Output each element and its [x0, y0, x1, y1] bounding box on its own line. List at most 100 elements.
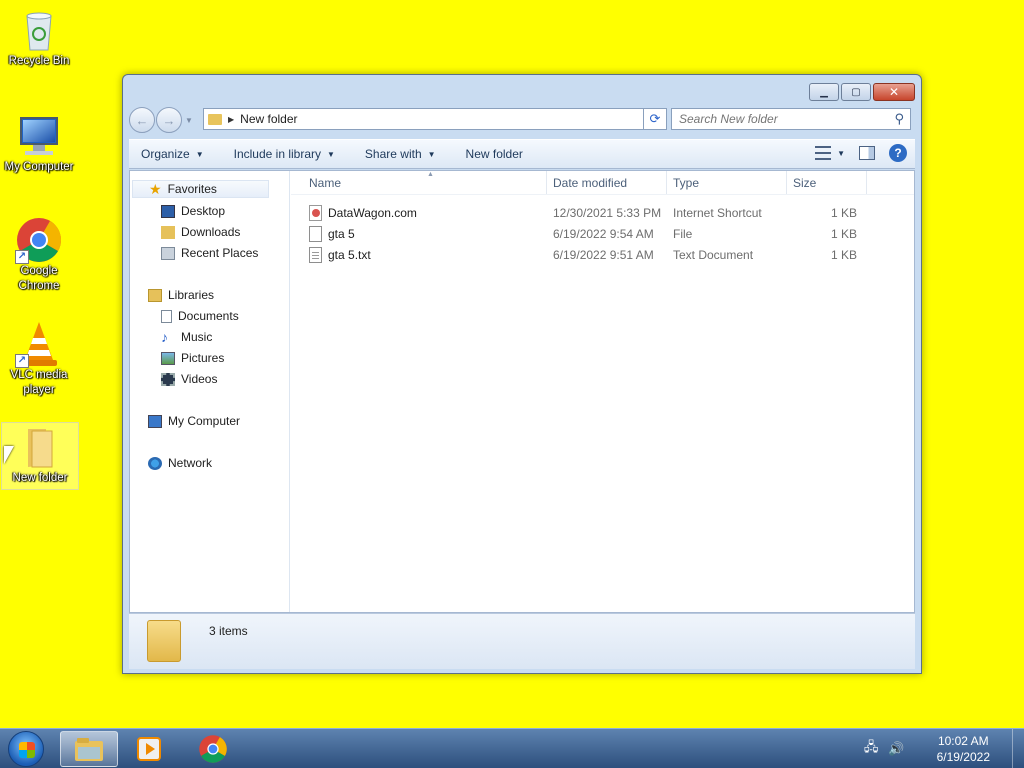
file-row[interactable]: gta 5.txt 6/19/2022 9:51 AM Text Documen… [291, 245, 857, 265]
nav-label: Music [181, 330, 213, 344]
column-header-date-modified[interactable]: Date modified [547, 171, 667, 194]
chevron-down-icon: ▼ [195, 149, 204, 159]
taskbar-explorer[interactable] [60, 731, 118, 767]
start-button[interactable] [8, 731, 44, 767]
nav-favorites[interactable]: ★ Favorites [132, 180, 269, 198]
desktop-icon-label: VLC media player [10, 369, 68, 396]
file-name: gta 5 [328, 227, 355, 241]
maximize-button[interactable]: ▢ [841, 83, 871, 101]
desktop-icon-recycle-bin[interactable]: Recycle Bin [0, 6, 78, 69]
column-label: Name [309, 176, 342, 190]
explorer-folder-icon [75, 738, 103, 761]
sort-ascending-icon: ▲ [427, 171, 434, 178]
address-bar[interactable]: ▶ New folder ▼ [203, 108, 667, 130]
taskbar-chrome[interactable] [184, 731, 242, 767]
internet-shortcut-icon [309, 205, 322, 221]
file-list: Name ▲ Date modified Type Size DataWagon… [291, 171, 914, 612]
breadcrumb-arrow-icon[interactable]: ▶ [228, 115, 234, 124]
share-with-label: Share with [364, 147, 422, 161]
refresh-button[interactable]: ⟳ [643, 108, 667, 130]
recent-pages-dropdown[interactable]: ▼ [185, 116, 193, 125]
nav-videos[interactable]: Videos [161, 370, 217, 388]
search-box[interactable]: ⚲ [671, 108, 911, 130]
nav-my-computer[interactable]: My Computer [132, 412, 269, 430]
taskbar: 🖧 🔊 10:02 AM 6/19/2022 [0, 728, 1024, 768]
column-header-size[interactable]: Size [787, 171, 867, 194]
file-type: Internet Shortcut [673, 206, 762, 220]
nav-recent-places[interactable]: Recent Places [161, 244, 258, 262]
chrome-icon [199, 735, 227, 763]
mouse-cursor-icon [4, 446, 14, 464]
taskbar-media-player[interactable] [120, 731, 178, 767]
clock-date: 6/19/2022 [936, 750, 990, 764]
network-status-icon[interactable]: 🖧 [864, 738, 879, 760]
nav-label: Recent Places [181, 246, 259, 260]
clock-time: 10:02 AM [937, 734, 989, 748]
nav-label: Pictures [181, 351, 225, 365]
include-in-library-button[interactable]: Include in library ▼ [234, 147, 335, 161]
nav-label: Videos [181, 372, 218, 386]
file-row[interactable]: gta 5 6/19/2022 9:54 AM File 1 KB [291, 224, 857, 244]
new-folder-button[interactable]: New folder [466, 147, 523, 161]
search-icon[interactable]: ⚲ [894, 111, 904, 127]
column-header-name[interactable]: Name ▲ [291, 171, 547, 194]
volume-icon[interactable]: 🔊 [888, 741, 904, 757]
file-date: 12/30/2021 5:33 PM [553, 206, 662, 220]
nav-documents[interactable]: Documents [161, 307, 239, 325]
nav-desktop[interactable]: Desktop [161, 202, 225, 220]
nav-label: Desktop [181, 204, 226, 218]
column-header-type[interactable]: Type [667, 171, 787, 194]
media-player-icon [137, 737, 161, 761]
nav-label: My Computer [168, 414, 241, 428]
search-input[interactable] [679, 112, 879, 126]
nav-pictures[interactable]: Pictures [161, 349, 224, 367]
breadcrumb-folder[interactable]: New folder [240, 112, 297, 126]
file-date: 6/19/2022 9:54 AM [553, 227, 654, 241]
window-controls: ▁ ▢ ✕ [809, 83, 915, 101]
folder-icon [208, 113, 222, 125]
chevron-down-icon: ▼ [427, 149, 436, 159]
toolbar-right: ▼ ? [815, 144, 907, 162]
nav-music[interactable]: ♪ Music [161, 328, 212, 346]
file-row[interactable]: DataWagon.com 12/30/2021 5:33 PM Interne… [291, 203, 857, 223]
documents-icon [161, 309, 172, 323]
nav-downloads[interactable]: Downloads [161, 223, 240, 241]
clock[interactable]: 10:02 AM 6/19/2022 [937, 733, 990, 765]
help-icon[interactable]: ? [889, 144, 907, 162]
nav-label: Documents [178, 309, 239, 323]
change-view-icon[interactable] [815, 146, 832, 160]
desktop-icon-vlc[interactable]: ↗ VLC media player [0, 320, 78, 398]
minimize-button[interactable]: ▁ [809, 83, 839, 101]
include-in-library-label: Include in library [233, 147, 321, 161]
chevron-down-icon: ▼ [327, 149, 335, 159]
file-name: gta 5.txt [328, 248, 371, 262]
file-size: 1 KB [830, 206, 857, 220]
content-area: ★ Favorites Desktop Downloads Recent Pla… [129, 170, 915, 613]
file-date: 6/19/2022 9:51 AM [553, 248, 654, 262]
file-size: 1 KB [830, 227, 857, 241]
computer-icon [148, 414, 162, 428]
organize-button[interactable]: Organize ▼ [141, 147, 204, 161]
desktop-icon-my-computer[interactable]: My Computer [0, 112, 78, 175]
forward-button[interactable]: → [156, 107, 182, 133]
column-label: Date modified [553, 176, 628, 190]
column-headers: Name ▲ Date modified Type Size [291, 171, 914, 195]
folder-icon [16, 423, 64, 471]
nav-label: Downloads [181, 225, 241, 239]
back-button[interactable]: ← [129, 107, 155, 133]
chrome-icon: ↗ [15, 216, 63, 264]
desktop-icon [161, 204, 175, 218]
network-icon [148, 456, 162, 470]
desktop-icon-label: My Computer [4, 161, 74, 173]
nav-libraries[interactable]: Libraries [132, 286, 269, 304]
shortcut-arrow-icon: ↗ [15, 354, 29, 368]
show-desktop-button[interactable] [1012, 729, 1024, 768]
share-with-button[interactable]: Share with ▼ [365, 147, 436, 161]
recent-places-icon [161, 246, 175, 260]
nav-network[interactable]: Network [132, 454, 269, 472]
desktop-icon-google-chrome[interactable]: ↗ Google Chrome [0, 216, 78, 294]
view-dropdown-icon[interactable]: ▼ [837, 149, 845, 158]
preview-pane-icon[interactable] [859, 146, 875, 160]
close-button[interactable]: ✕ [873, 83, 915, 101]
system-tray: 🖧 🔊 10:02 AM 6/19/2022 [864, 729, 1024, 768]
